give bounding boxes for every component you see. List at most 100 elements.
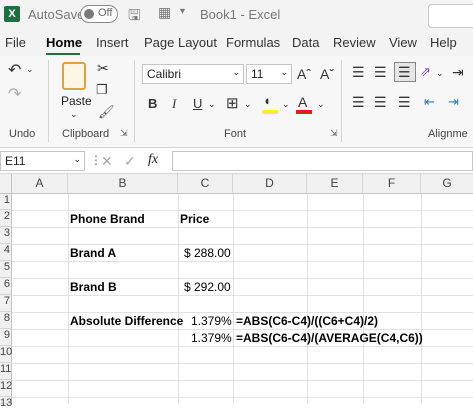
paste-dropdown-icon[interactable]: ⌄ — [70, 109, 78, 120]
italic-button[interactable]: I — [172, 96, 176, 112]
row-header[interactable]: 10 — [0, 346, 12, 363]
wrap-text-icon[interactable]: ⇥ — [452, 64, 464, 81]
increase-indent-icon[interactable]: ⇥ — [448, 94, 459, 110]
cancel-icon[interactable]: ✕ — [101, 153, 113, 170]
column-header-f[interactable]: F — [363, 174, 421, 194]
decrease-indent-icon[interactable]: ⇤ — [424, 94, 435, 110]
undo-icon[interactable]: ↶ — [8, 60, 21, 80]
row-header[interactable]: 4 — [0, 244, 12, 261]
format-painter-icon[interactable]: 🖌 — [98, 104, 115, 120]
cut-icon[interactable]: ✂ — [97, 60, 109, 77]
orientation-dropdown-icon[interactable]: ⌄ — [436, 68, 444, 79]
tab-formulas[interactable]: Formulas — [226, 35, 280, 50]
table-icon[interactable]: ▦ — [158, 4, 171, 21]
font-color-dropdown-icon[interactable]: ⌄ — [317, 99, 325, 110]
shrink-font-button[interactable]: Aˇ — [320, 66, 334, 82]
grow-font-button[interactable]: Aˆ — [297, 66, 311, 82]
gridline — [233, 194, 234, 404]
column-header-c[interactable]: C — [178, 174, 233, 194]
font-launcher-icon[interactable]: ⇲ — [330, 128, 338, 139]
row-header[interactable]: 5 — [0, 261, 12, 278]
orientation-icon[interactable]: ⇗ — [420, 64, 431, 80]
redo-icon[interactable]: ↷ — [8, 84, 21, 104]
cell-c9[interactable]: 1.379% — [191, 331, 232, 345]
row-header[interactable]: 2 — [0, 210, 12, 227]
separator — [341, 60, 342, 142]
copy-icon[interactable]: ❐ — [96, 82, 108, 98]
tab-file[interactable]: File — [5, 35, 26, 50]
align-center-icon[interactable]: ☰ — [374, 94, 387, 111]
cell-c6[interactable]: $ 292.00 — [184, 280, 231, 294]
column-header-g[interactable]: G — [421, 174, 473, 194]
enter-icon[interactable]: ✓ — [124, 153, 136, 170]
tab-data[interactable]: Data — [292, 35, 319, 50]
column-header-d[interactable]: D — [233, 174, 307, 194]
fill-dropdown-icon[interactable]: ⌄ — [282, 99, 290, 110]
row-header[interactable]: 3 — [0, 227, 12, 244]
save-icon[interactable]: 🖫 — [128, 5, 141, 30]
formula-value — [173, 150, 181, 168]
cell-c2[interactable]: Price — [180, 212, 209, 226]
cell-d8[interactable]: =ABS(C6-C4)/((C6+C4)/2) — [236, 314, 378, 328]
tab-view[interactable]: View — [389, 35, 417, 50]
gridline — [178, 194, 179, 404]
cell-b2[interactable]: Phone Brand — [70, 212, 145, 226]
row-header[interactable]: 11 — [0, 363, 12, 380]
fill-color-icon[interactable]: ◖ — [263, 93, 271, 108]
active-tab-indicator — [46, 53, 80, 55]
gridline — [12, 329, 473, 330]
clipboard-launcher-icon[interactable]: ⇲ — [120, 128, 128, 139]
fill-color-bar — [262, 110, 278, 114]
font-name-select[interactable]: Calibri ⌄ — [142, 64, 244, 84]
row-header[interactable]: 7 — [0, 295, 12, 312]
cell-d9[interactable]: =ABS(C6-C4)/(AVERAGE(C4,C6)) — [236, 331, 423, 345]
select-all-corner[interactable] — [0, 174, 12, 194]
tab-help[interactable]: Help — [430, 35, 457, 50]
cell-c4[interactable]: $ 288.00 — [184, 246, 231, 260]
cell-c8[interactable]: 1.379% — [191, 314, 232, 328]
cell-b8[interactable]: Absolute Difference — [70, 314, 183, 328]
tab-review[interactable]: Review — [333, 35, 376, 50]
column-header-a[interactable]: A — [12, 174, 68, 194]
name-box[interactable]: E11 ⌄ — [0, 151, 85, 171]
font-color-bar — [296, 110, 312, 114]
underline-button[interactable]: U — [193, 96, 202, 111]
tab-home[interactable]: Home — [46, 35, 82, 50]
formula-input[interactable] — [172, 151, 473, 171]
gridline — [12, 380, 473, 381]
underline-dropdown-icon[interactable]: ⌄ — [208, 99, 216, 110]
row-header[interactable]: 12 — [0, 380, 12, 397]
column-header-e[interactable]: E — [307, 174, 363, 194]
gridline — [12, 397, 473, 398]
name-box-value: E11 — [5, 154, 26, 168]
undo-dropdown-icon[interactable]: ⌄ — [26, 64, 34, 75]
cell-b6[interactable]: Brand B — [70, 280, 117, 294]
tab-page-layout[interactable]: Page Layout — [144, 35, 217, 50]
borders-icon[interactable]: ⊞ — [226, 94, 239, 112]
paste-button[interactable]: Paste — [61, 94, 92, 108]
align-right-icon[interactable]: ☰ — [398, 94, 411, 111]
bold-button[interactable]: B — [148, 96, 157, 111]
toggle-label: Off — [98, 7, 113, 19]
customize-qat-icon[interactable]: ▾ — [180, 6, 185, 17]
search-box[interactable] — [428, 4, 473, 28]
column-header-b[interactable]: B — [68, 174, 178, 194]
row-header[interactable]: 1 — [0, 194, 12, 210]
insert-function-button[interactable]: fx — [148, 152, 158, 168]
align-top-icon[interactable]: ☰ — [352, 64, 365, 81]
row-header[interactable]: 9 — [0, 329, 12, 346]
row-header[interactable]: 6 — [0, 278, 12, 295]
cell-b4[interactable]: Brand A — [70, 246, 116, 260]
row-header[interactable]: 8 — [0, 312, 12, 329]
align-middle-icon[interactable]: ☰ — [374, 64, 387, 81]
row-header[interactable]: 13 — [0, 397, 12, 409]
tab-insert[interactable]: Insert — [96, 35, 129, 50]
gridline — [307, 194, 308, 404]
paste-icon[interactable] — [62, 62, 86, 90]
gridline — [68, 194, 69, 404]
align-left-icon[interactable]: ☰ — [352, 94, 365, 111]
font-size-select[interactable]: 11 ⌄ — [246, 64, 292, 84]
borders-dropdown-icon[interactable]: ⌄ — [244, 99, 252, 110]
font-color-button[interactable]: A — [298, 94, 307, 110]
autosave-toggle[interactable]: Off — [80, 5, 118, 23]
